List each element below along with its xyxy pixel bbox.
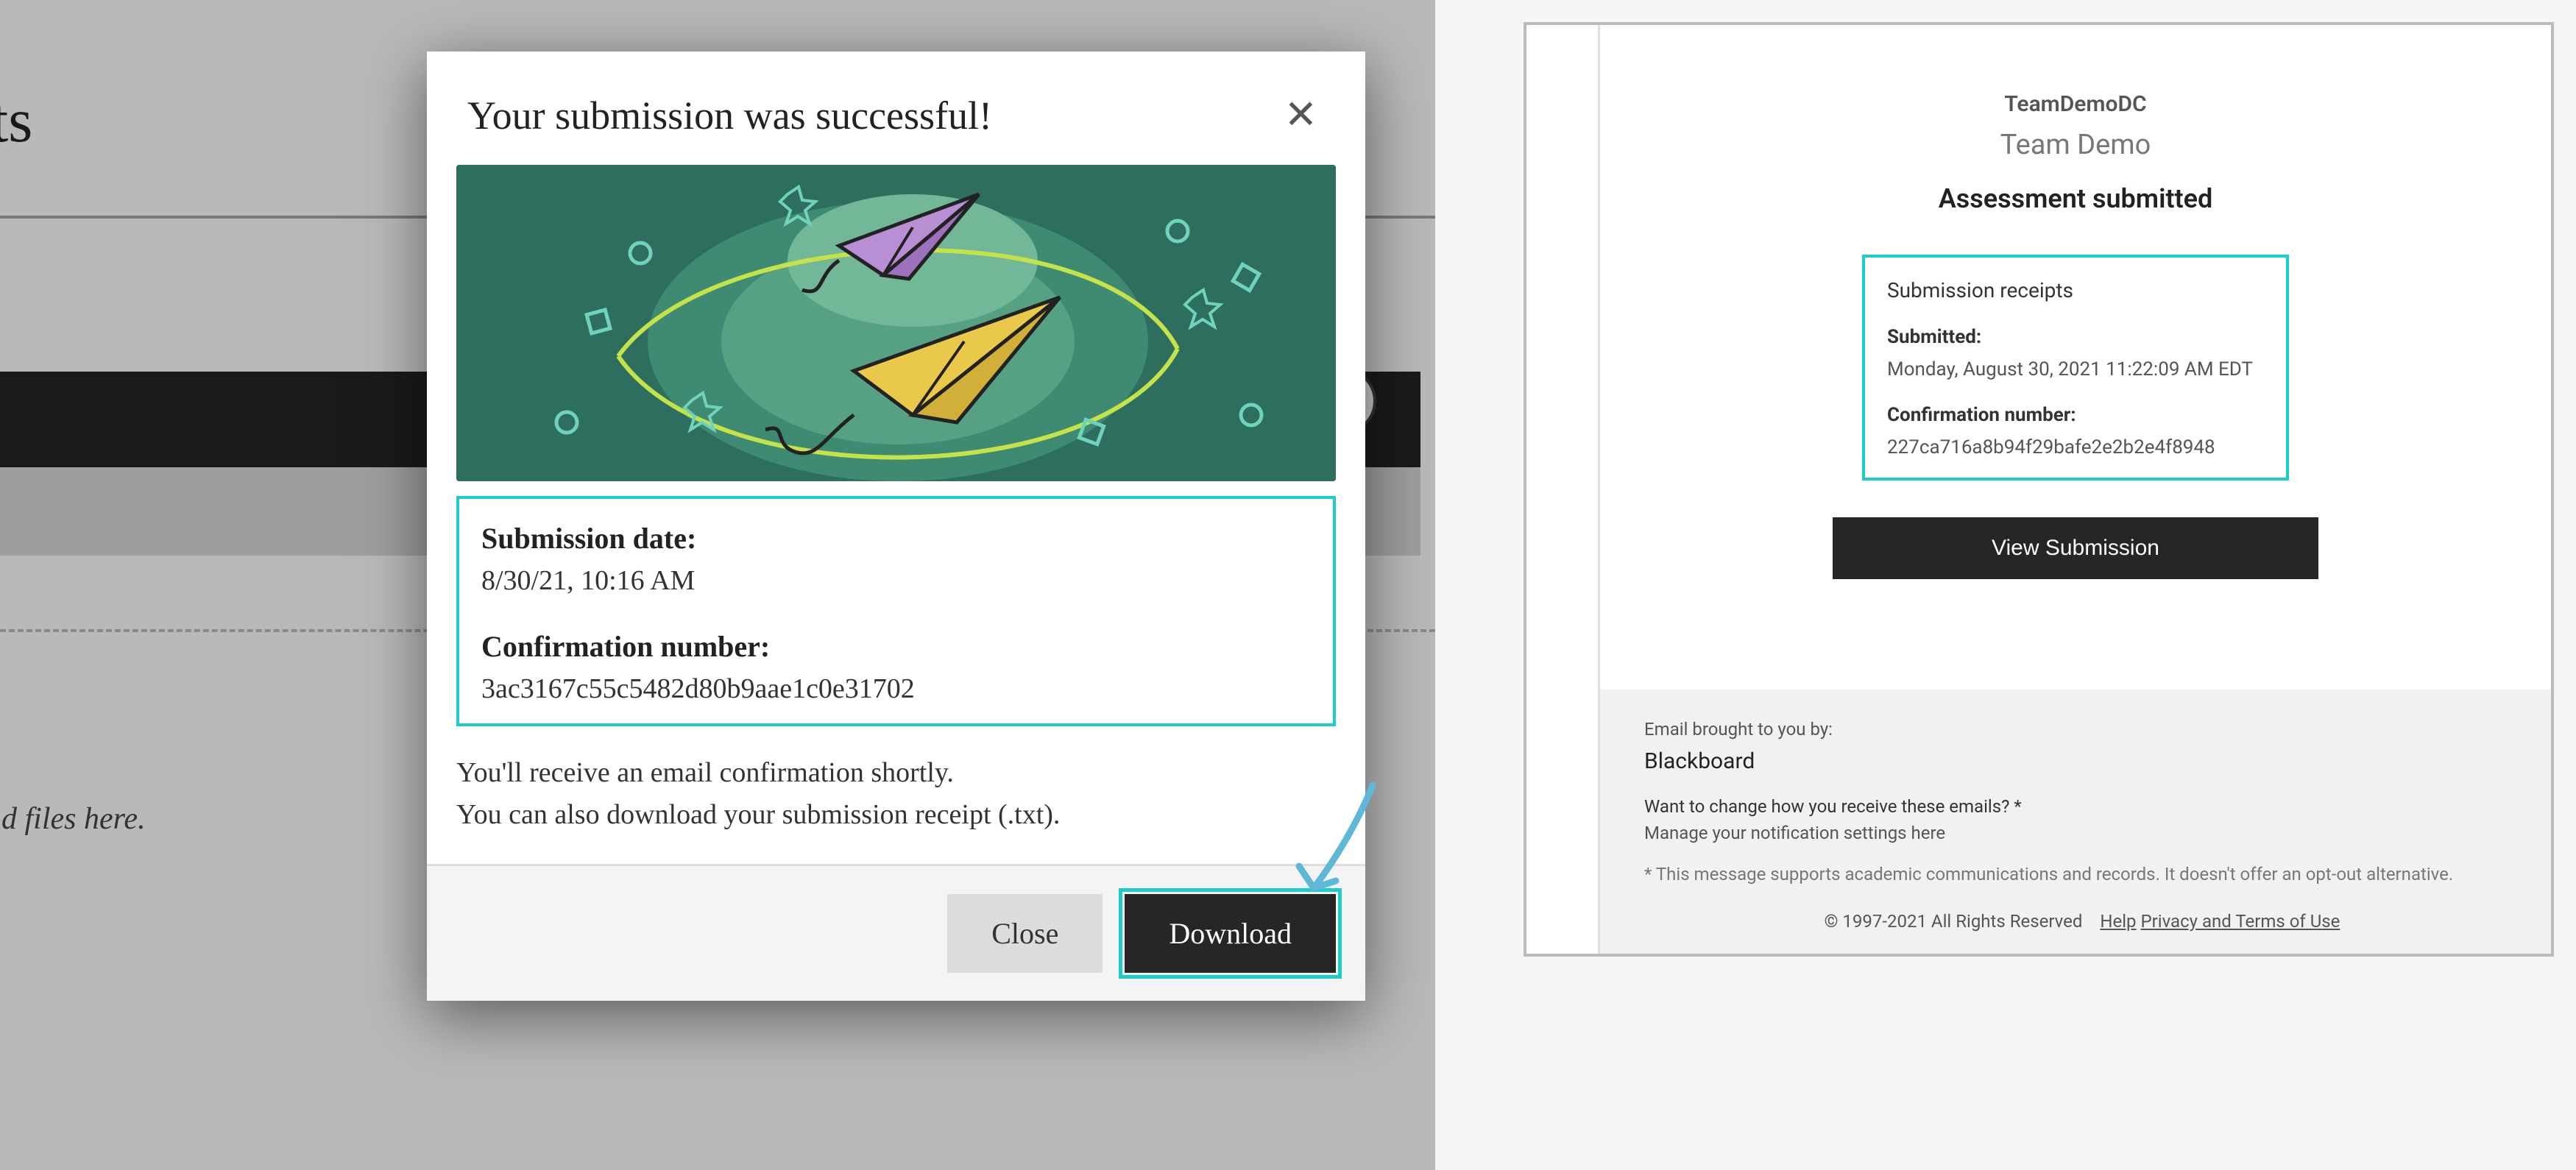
confirmation-number-label: Confirmation number: — [481, 629, 1311, 664]
email-sidebar-strip — [1526, 25, 1600, 954]
close-button[interactable]: Close — [947, 894, 1103, 973]
manage-settings-link[interactable]: Manage your notification settings here — [1644, 823, 2507, 843]
want-change-text: Want to change how you receive these ema… — [1644, 796, 2507, 817]
success-modal: Your submission was successful! ✕ — [427, 52, 1365, 1001]
modal-body-text: You'll receive an email confirmation sho… — [456, 752, 1336, 836]
email-card: TeamDemoDC Team Demo Assessment submitte… — [1524, 22, 2554, 957]
receipt-details-box: Submission date: 8/30/21, 10:16 AM Confi… — [456, 496, 1336, 726]
email-confirmation-label: Confirmation number: — [1887, 404, 2264, 426]
hero-illustration — [456, 165, 1336, 481]
footer-bottom: © 1997-2021 All Rights Reserved Help Pri… — [1644, 911, 2507, 932]
body-line-1: You'll receive an email confirmation sho… — [456, 752, 1336, 794]
submission-date-value: 8/30/21, 10:16 AM — [481, 564, 1311, 597]
email-receipt-box: Submission receipts Submitted: Monday, A… — [1862, 255, 2289, 481]
close-icon[interactable]: ✕ — [1277, 88, 1325, 143]
team-name: Team Demo — [1688, 129, 2463, 161]
modal-footer: Close Download — [427, 864, 1365, 1001]
email-body: TeamDemoDC Team Demo Assessment submitte… — [1600, 25, 2551, 689]
paper-planes-illustration — [456, 165, 1336, 481]
help-link[interactable]: Help — [2100, 911, 2136, 932]
confirmation-number-value: 3ac3167c55c5482d80b9aae1c0e31702 — [481, 673, 1311, 705]
email-confirmation-value: 227ca716a8b94f29bafe2e2b2e4f8948 — [1887, 436, 2264, 458]
brand-text: Blackboard — [1644, 748, 1755, 774]
team-code: TeamDemoDC — [1688, 91, 2463, 117]
brought-by-text: Email brought to you by: — [1644, 719, 2507, 740]
receipts-heading: Submission receipts — [1887, 278, 2264, 302]
submitted-label: Submitted: — [1887, 326, 2264, 348]
modal-header: Your submission was successful! ✕ — [427, 52, 1365, 165]
modal-title: Your submission was successful! — [467, 93, 992, 138]
brand-name: Blackboard — [1644, 748, 2507, 774]
view-submission-button[interactable]: View Submission — [1833, 517, 2318, 579]
email-main: TeamDemoDC Team Demo Assessment submitte… — [1600, 25, 2551, 954]
download-button[interactable]: Download — [1125, 894, 1336, 973]
body-line-2: You can also download your submission re… — [456, 794, 1336, 836]
privacy-link[interactable]: Privacy and Terms of Use — [2141, 911, 2340, 932]
submission-date-label: Submission date: — [481, 521, 1311, 556]
email-title: Assessment submitted — [1688, 183, 2463, 214]
app-screenshot: receipts at! ts and files here. Your sub… — [0, 0, 1435, 1170]
footer-note: * This message supports academic communi… — [1644, 861, 2507, 887]
email-screenshot: TeamDemoDC Team Demo Assessment submitte… — [1435, 0, 2576, 1170]
submitted-value: Monday, August 30, 2021 11:22:09 AM EDT — [1887, 358, 2264, 380]
email-footer: Email brought to you by: Blackboard Want… — [1600, 689, 2551, 954]
copyright-text: © 1997-2021 All Rights Reserved — [1825, 911, 2083, 932]
